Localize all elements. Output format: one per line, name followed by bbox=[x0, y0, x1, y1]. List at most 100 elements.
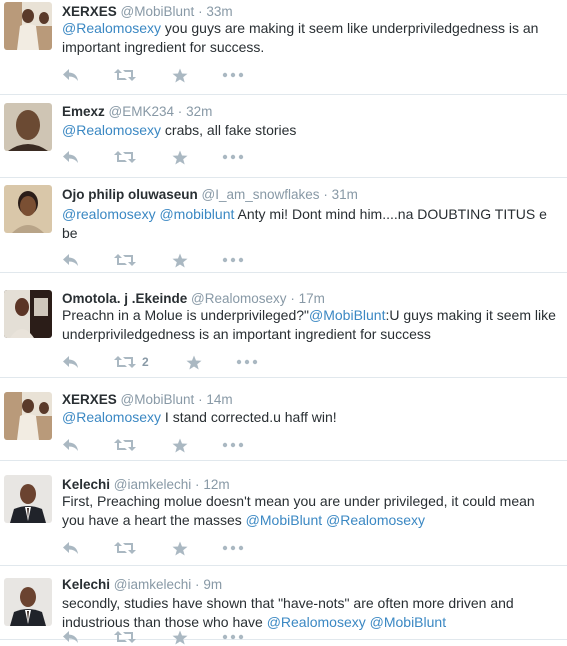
retweet-icon bbox=[114, 630, 136, 644]
tweet[interactable]: XERXES @MobiBlunt · 14m @Realomosexy I st… bbox=[0, 378, 567, 461]
author-handle[interactable]: @EMK234 bbox=[109, 104, 174, 119]
avatar[interactable] bbox=[4, 578, 52, 626]
avatar[interactable] bbox=[4, 392, 52, 440]
mention-link[interactable]: @Realomosexy bbox=[62, 409, 161, 425]
author-name[interactable]: Kelechi bbox=[62, 577, 110, 592]
retweet-button[interactable] bbox=[114, 66, 136, 84]
more-dots-icon bbox=[222, 154, 244, 160]
more-button[interactable] bbox=[222, 436, 244, 454]
reply-button[interactable] bbox=[62, 251, 80, 269]
mention-link[interactable]: @realomosexy bbox=[62, 206, 156, 222]
tweet-text: @Realomosexy I stand corrected.u haff wi… bbox=[62, 408, 559, 427]
author-handle[interactable]: @MobiBlunt bbox=[121, 392, 195, 407]
reply-button[interactable] bbox=[62, 539, 80, 557]
tweet-header: XERXES @MobiBlunt · 14m bbox=[62, 392, 233, 408]
mention-link[interactable]: @Realomosexy bbox=[267, 614, 366, 630]
tweet-text: @Realomosexy crabs, all fake stories bbox=[62, 121, 559, 140]
reply-button[interactable] bbox=[62, 436, 80, 454]
retweet-button[interactable] bbox=[114, 436, 136, 454]
reply-icon bbox=[62, 68, 80, 82]
author-name[interactable]: XERXES bbox=[62, 392, 117, 407]
tweet-header: Ojo philip oluwaseun @I_am_snowflakes · … bbox=[62, 187, 358, 203]
retweet-button[interactable] bbox=[114, 148, 136, 166]
mention-link[interactable]: @MobiBlunt bbox=[246, 512, 322, 528]
more-button[interactable] bbox=[222, 251, 244, 269]
separator-dot: · bbox=[198, 4, 203, 19]
tweet-text: First, Preaching molue doesn't mean you … bbox=[62, 492, 559, 530]
favorite-button[interactable] bbox=[172, 436, 188, 454]
mention-link[interactable]: @mobiblunt bbox=[159, 206, 234, 222]
separator-dot: · bbox=[323, 187, 328, 202]
tweet-text: secondly, studies have shown that "have-… bbox=[62, 594, 559, 632]
mention-link[interactable]: @MobiBlunt bbox=[309, 307, 385, 323]
retweet-count: 2 bbox=[142, 355, 149, 369]
separator-dot: · bbox=[290, 291, 295, 306]
text-segment: Preachn in a Molue is underprivileged?" bbox=[62, 307, 310, 323]
reply-button[interactable] bbox=[62, 353, 80, 371]
avatar[interactable] bbox=[4, 290, 52, 338]
favorite-button[interactable] bbox=[172, 539, 188, 557]
tweet[interactable]: Emexz @EMK234 · 32m @Realomosexy crabs, a… bbox=[0, 95, 567, 178]
mention-link[interactable]: @MobiBlunt bbox=[370, 614, 446, 630]
tweet[interactable]: Kelechi @iamkelechi · 9m secondly, studie… bbox=[0, 566, 567, 644]
timestamp[interactable]: 31m bbox=[332, 187, 358, 202]
author-handle[interactable]: @Realomosexy bbox=[191, 291, 287, 306]
retweet-icon bbox=[114, 150, 136, 164]
separator-dot: · bbox=[195, 577, 200, 592]
tweet-header: Emexz @EMK234 · 32m bbox=[62, 104, 212, 120]
favorite-button[interactable] bbox=[172, 66, 188, 84]
author-name[interactable]: XERXES bbox=[62, 4, 117, 19]
timestamp[interactable]: 9m bbox=[203, 577, 222, 592]
timestamp[interactable]: 12m bbox=[203, 477, 229, 492]
separator-dot: · bbox=[177, 104, 183, 119]
author-handle[interactable]: @iamkelechi bbox=[114, 477, 191, 492]
avatar[interactable] bbox=[4, 2, 52, 50]
favorite-button[interactable] bbox=[172, 628, 188, 646]
avatar[interactable] bbox=[4, 475, 52, 523]
author-name[interactable]: Ojo philip oluwaseun bbox=[62, 187, 198, 202]
tweet[interactable]: Ojo philip oluwaseun @I_am_snowflakes · … bbox=[0, 178, 567, 273]
timestamp[interactable]: 33m bbox=[206, 4, 232, 19]
author-name[interactable]: Kelechi bbox=[62, 477, 110, 492]
tweet[interactable]: XERXES @MobiBlunt · 33m @Realomosexy you … bbox=[0, 0, 567, 95]
retweet-icon bbox=[114, 253, 136, 267]
reply-button[interactable] bbox=[62, 628, 80, 646]
favorite-star-icon bbox=[172, 541, 188, 556]
author-name[interactable]: Omotola. j .Ekeinde bbox=[62, 291, 187, 306]
timestamp[interactable]: 14m bbox=[206, 392, 232, 407]
author-handle[interactable]: @MobiBlunt bbox=[121, 4, 195, 19]
retweet-button[interactable] bbox=[114, 539, 136, 557]
mention-link[interactable]: @Realomosexy bbox=[62, 20, 161, 36]
reply-button[interactable] bbox=[62, 148, 80, 166]
retweet-button[interactable]: 2 bbox=[114, 353, 149, 371]
more-button[interactable] bbox=[222, 539, 244, 557]
more-button[interactable] bbox=[222, 628, 244, 646]
tweet[interactable]: Kelechi @iamkelechi · 12m First, Preachin… bbox=[0, 461, 567, 566]
timestamp[interactable]: 32m bbox=[186, 104, 212, 119]
author-handle[interactable]: @I_am_snowflakes bbox=[202, 187, 320, 202]
timestamp[interactable]: 17m bbox=[299, 291, 325, 306]
favorite-button[interactable] bbox=[172, 148, 188, 166]
retweet-icon bbox=[114, 68, 136, 82]
mention-link[interactable]: @Realomosexy bbox=[326, 512, 425, 528]
reply-button[interactable] bbox=[62, 66, 80, 84]
more-button[interactable] bbox=[222, 66, 244, 84]
favorite-button[interactable] bbox=[172, 251, 188, 269]
author-name[interactable]: Emexz bbox=[62, 104, 105, 119]
more-button[interactable] bbox=[236, 353, 258, 371]
author-handle[interactable]: @iamkelechi bbox=[114, 577, 191, 592]
favorite-star-icon bbox=[172, 438, 188, 453]
avatar[interactable] bbox=[4, 185, 52, 233]
tweet[interactable]: Omotola. j .Ekeinde @Realomosexy · 17m Pr… bbox=[0, 273, 567, 378]
more-button[interactable] bbox=[222, 148, 244, 166]
favorite-button[interactable] bbox=[186, 353, 202, 371]
favorite-star-icon bbox=[172, 253, 188, 268]
retweet-button[interactable] bbox=[114, 251, 136, 269]
tweet-header: Kelechi @iamkelechi · 12m bbox=[62, 477, 230, 493]
more-dots-icon bbox=[222, 545, 244, 551]
more-dots-icon bbox=[222, 634, 244, 640]
reply-icon bbox=[62, 355, 80, 369]
mention-link[interactable]: @Realomosexy bbox=[62, 122, 161, 138]
avatar[interactable] bbox=[4, 103, 52, 151]
retweet-button[interactable] bbox=[114, 628, 136, 646]
